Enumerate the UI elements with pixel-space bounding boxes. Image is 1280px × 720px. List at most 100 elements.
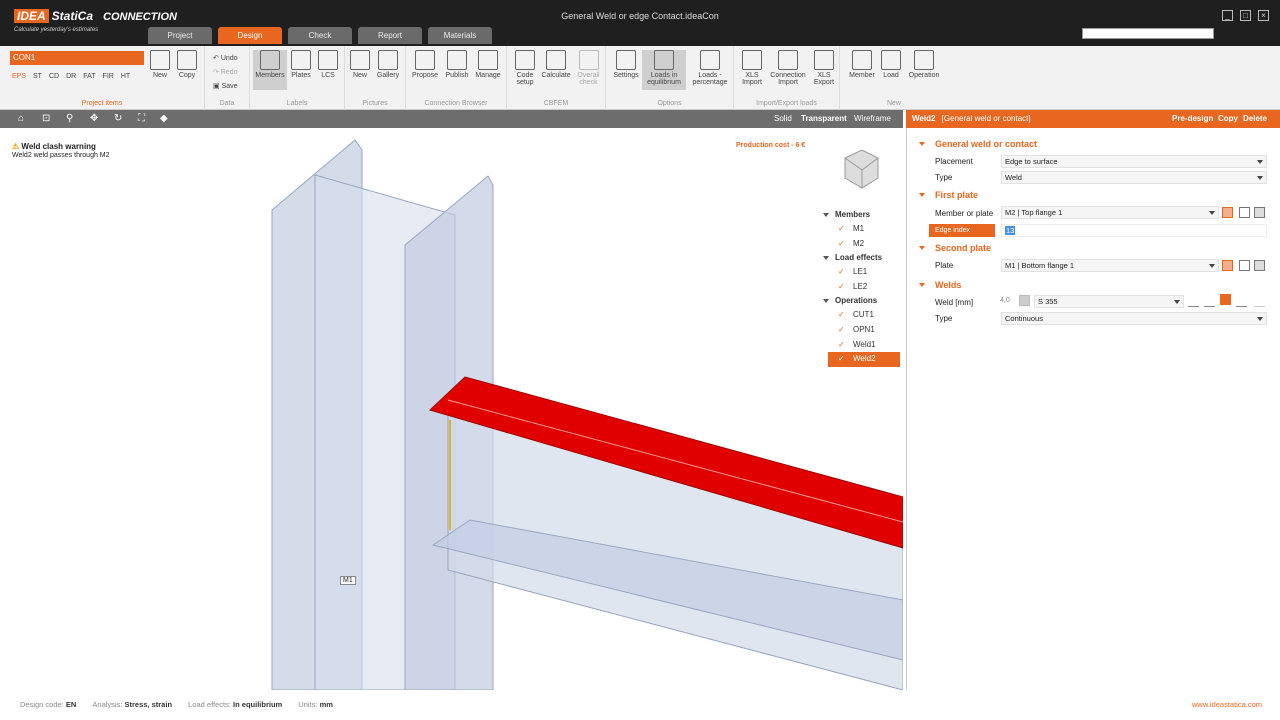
pointer-icon[interactable]: [1254, 207, 1265, 218]
minimize-icon[interactable]: _: [1222, 10, 1233, 21]
lc-fat[interactable]: FAT: [83, 73, 95, 80]
tree-item-weld1[interactable]: Weld1: [820, 338, 900, 353]
loads-percentage-button[interactable]: Loads - percentage: [688, 50, 732, 90]
view-toolbar: ⌂ ⊡ ⚲ ✥ ↻ ⛶ ◆ Solid Transparent Wirefram…: [0, 110, 903, 128]
tree-ops-header[interactable]: Operations: [820, 294, 900, 308]
maximize-icon[interactable]: □: [1240, 10, 1251, 21]
tree-item-opn1[interactable]: OPN1: [820, 323, 900, 338]
redo-button[interactable]: ↷ Redo: [213, 68, 238, 76]
solid-mode-button[interactable]: Solid: [774, 114, 792, 123]
save-button[interactable]: ▣ Save: [213, 82, 238, 90]
connection-import-button[interactable]: Connection Import: [767, 50, 809, 90]
tree-loads-header[interactable]: Load effects: [820, 251, 900, 265]
tree-item-le1[interactable]: LE1: [820, 265, 900, 280]
propose-button[interactable]: Propose: [409, 50, 441, 90]
lc-eps[interactable]: EPS: [12, 73, 26, 80]
tab-design[interactable]: Design: [218, 27, 282, 44]
new-operation-button[interactable]: Operation: [904, 50, 944, 90]
section-second-plate[interactable]: Second plate: [918, 243, 991, 253]
tree-item-weld2[interactable]: Weld2: [828, 352, 900, 367]
code-setup-button[interactable]: Code setup: [509, 50, 541, 90]
close-icon[interactable]: ×: [1258, 10, 1269, 21]
weld-size-input[interactable]: 4,0: [1000, 297, 1010, 304]
tab-check[interactable]: Check: [288, 27, 352, 44]
copy-button[interactable]: Copy: [1218, 110, 1238, 128]
website-link[interactable]: www.ideastatica.com: [1192, 697, 1262, 712]
analysis-label: Analysis:: [92, 700, 123, 709]
new-picture-button[interactable]: New: [345, 50, 375, 90]
eraser-icon[interactable]: ◆: [160, 114, 168, 124]
publish-button[interactable]: Publish: [441, 50, 473, 90]
plate-highlight-icon[interactable]: [1222, 260, 1233, 271]
lc-dr[interactable]: DR: [66, 73, 76, 80]
tab-materials[interactable]: Materials: [428, 27, 492, 44]
gallery-button[interactable]: Gallery: [373, 50, 403, 90]
lc-ht[interactable]: HT: [121, 73, 130, 80]
placement-select[interactable]: Edge to surface: [1001, 155, 1267, 168]
delete-button[interactable]: Delete: [1243, 110, 1267, 128]
new-member-button[interactable]: Member: [844, 50, 880, 90]
undo-button[interactable]: ↶ Undo: [213, 54, 238, 62]
tab-project[interactable]: Project: [148, 27, 212, 44]
member-select[interactable]: M2 | Top flange 1: [1001, 206, 1219, 219]
calculate-button[interactable]: Calculate: [539, 50, 573, 90]
weld-type-label: Type: [935, 314, 953, 323]
load-icon: [881, 50, 901, 70]
lc-st[interactable]: ST: [33, 73, 42, 80]
lc-cd[interactable]: CD: [49, 73, 59, 80]
home-icon[interactable]: ⌂: [18, 114, 24, 124]
new-load-button[interactable]: Load: [876, 50, 906, 90]
members-labels-button[interactable]: Members: [253, 50, 287, 90]
pre-design-button[interactable]: Pre-design: [1172, 110, 1213, 128]
rotate-icon[interactable]: ↻: [114, 114, 122, 124]
xls-import-button[interactable]: XLS Import: [736, 50, 768, 90]
pointer-icon[interactable]: [1254, 260, 1265, 271]
weld-type-icon[interactable]: [1204, 296, 1215, 307]
weld-type-select[interactable]: Continuous: [1001, 312, 1267, 325]
connection-select[interactable]: CON1: [10, 51, 144, 65]
search-icon[interactable]: ⚲: [66, 114, 73, 124]
weld-type-icon[interactable]: [1188, 296, 1199, 307]
frame-icon[interactable]: [1239, 260, 1250, 271]
plate-label: Plate: [935, 261, 954, 270]
tree-item-m1[interactable]: M1: [820, 222, 900, 237]
overall-check-button[interactable]: Overall check: [572, 50, 605, 90]
3d-viewport[interactable]: [0, 128, 903, 690]
tree-item-cut1[interactable]: CUT1: [820, 308, 900, 323]
tree-members-header[interactable]: Members: [820, 208, 900, 222]
xls-export-button[interactable]: XLS Export: [808, 50, 840, 90]
search-input[interactable]: [1082, 28, 1214, 39]
section-welds[interactable]: Welds: [918, 280, 961, 290]
frame-icon[interactable]: [1239, 207, 1250, 218]
wireframe-mode-button[interactable]: Wireframe: [854, 114, 891, 123]
percent-icon: [700, 50, 720, 70]
lcs-labels-button[interactable]: LCS: [313, 50, 343, 90]
copy-item-button[interactable]: Copy: [172, 50, 202, 90]
new-item-button[interactable]: New: [145, 50, 175, 90]
pan-icon[interactable]: ✥: [90, 114, 98, 124]
section-general[interactable]: General weld or contact: [918, 139, 1037, 149]
tree-item-m2[interactable]: M2: [820, 237, 900, 252]
weld-type-icon[interactable]: [1254, 296, 1265, 307]
spinner-icon[interactable]: [1019, 295, 1030, 306]
chevron-down-icon: [1257, 160, 1263, 164]
weld-material-select[interactable]: S 355: [1034, 295, 1184, 308]
lc-fir[interactable]: FIR: [103, 73, 114, 80]
settings-button[interactable]: Settings: [608, 50, 644, 90]
manage-button[interactable]: Manage: [472, 50, 504, 90]
plate-select[interactable]: M1 | Bottom flange 1: [1001, 259, 1219, 272]
section-first-plate[interactable]: First plate: [918, 190, 978, 200]
tab-report[interactable]: Report: [358, 27, 422, 44]
weld-type-icon[interactable]: [1236, 296, 1247, 307]
type-select[interactable]: Weld: [1001, 171, 1267, 184]
weld-type-icon[interactable]: [1220, 294, 1231, 305]
fit-icon[interactable]: ⛶: [138, 114, 145, 124]
zoom-window-icon[interactable]: ⊡: [42, 114, 50, 124]
loads-equilibrium-button[interactable]: Loads in equilibrium: [642, 50, 686, 90]
tree-item-le2[interactable]: LE2: [820, 280, 900, 295]
plate-highlight-icon[interactable]: [1222, 207, 1233, 218]
group-cbfem: Code setup Calculate Overall check CBFEM: [507, 46, 606, 110]
transparent-mode-button[interactable]: Transparent: [801, 114, 847, 123]
plates-labels-button[interactable]: Plates: [286, 50, 316, 90]
edge-index-input[interactable]: 13: [1001, 224, 1267, 237]
